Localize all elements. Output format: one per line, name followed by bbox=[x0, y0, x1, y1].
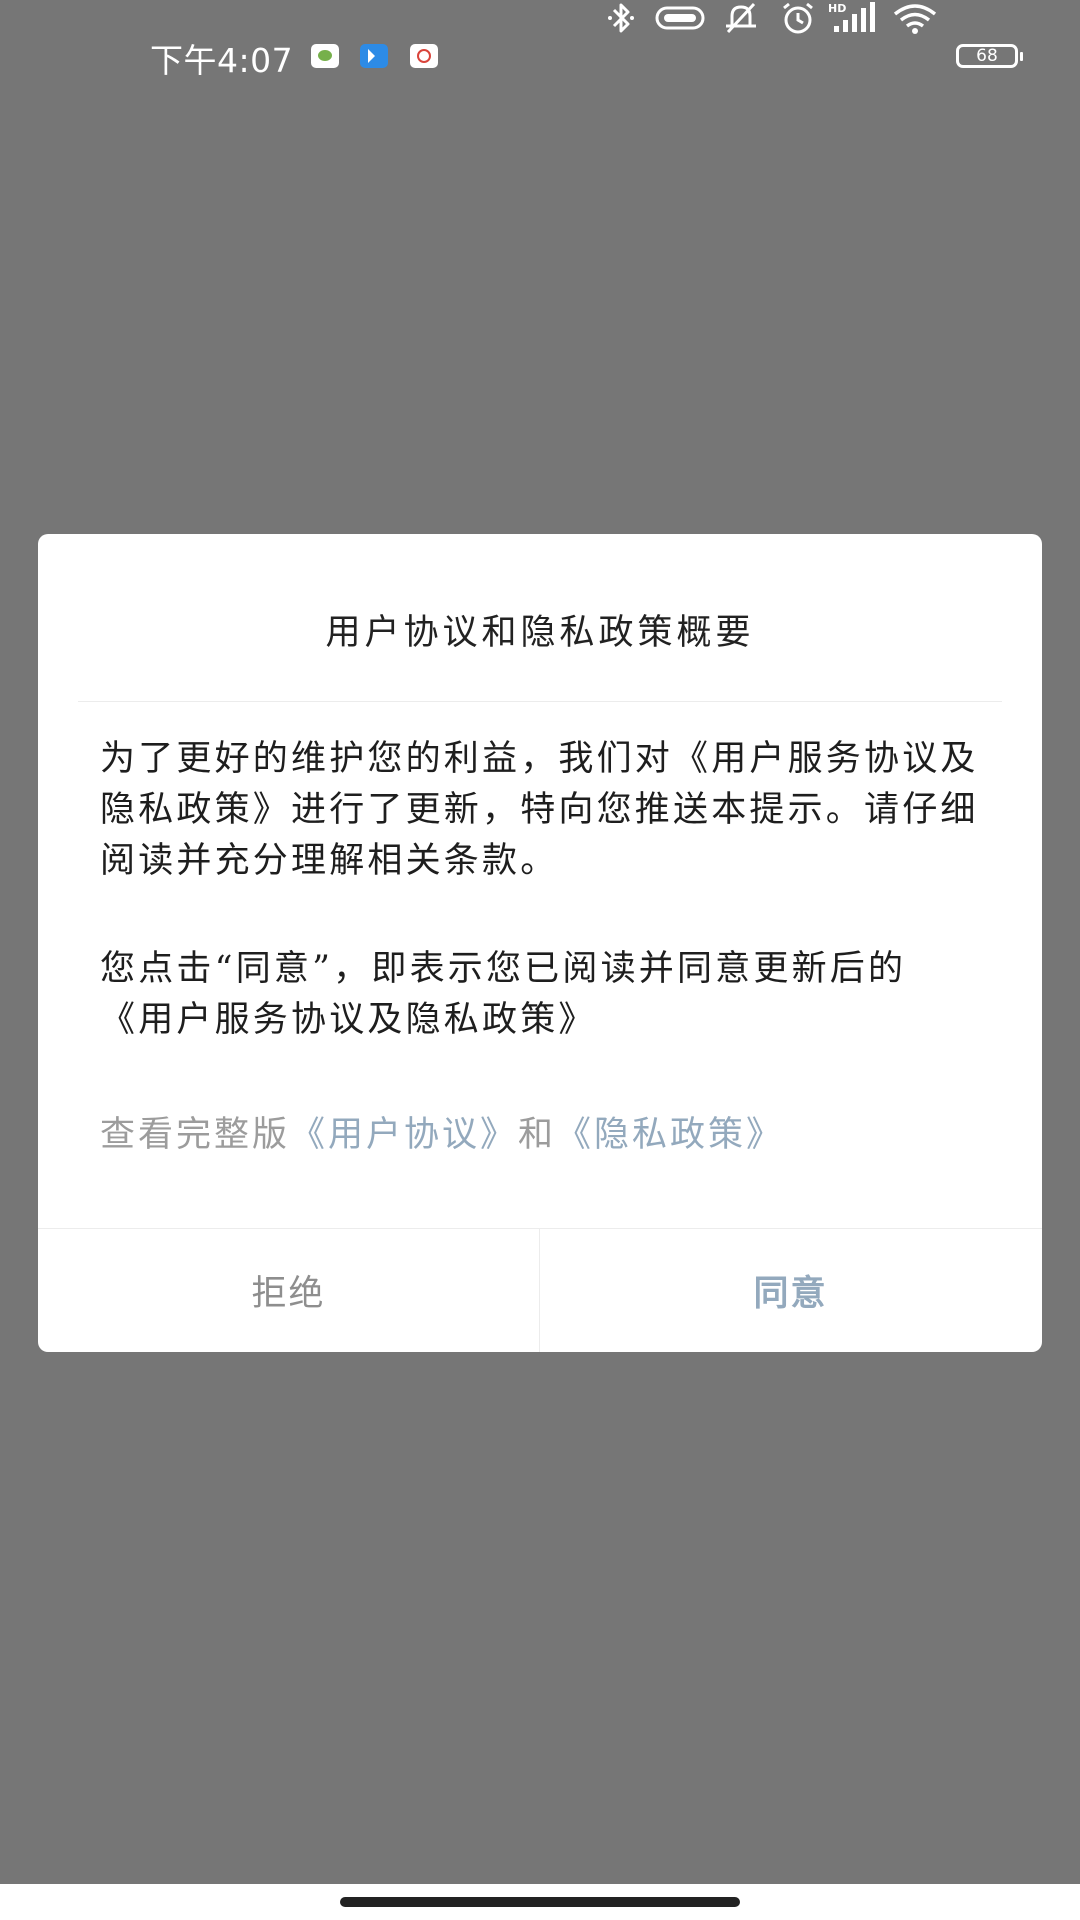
title-divider bbox=[78, 701, 1002, 702]
signal-icon: HD bbox=[828, 0, 880, 36]
links-connector: 和 bbox=[518, 1115, 557, 1155]
agreement-dialog: 用户协议和隐私政策概要 为了更好的维护您的利益，我们对《用户服务协议及隐私政策》… bbox=[38, 534, 1042, 1352]
user-agreement-link[interactable]: 《用户协议》 bbox=[290, 1115, 518, 1155]
alarm-icon bbox=[778, 0, 818, 36]
bluetooth-icon bbox=[606, 0, 636, 36]
reject-button[interactable]: 拒绝 bbox=[38, 1229, 539, 1352]
home-indicator[interactable] bbox=[340, 1897, 740, 1907]
wifi-icon bbox=[892, 0, 938, 36]
battery-level: 68 bbox=[976, 46, 998, 66]
full-version-links: 查看完整版《用户协议》和《隐私政策》 bbox=[100, 1110, 985, 1161]
message-notification-icon bbox=[311, 44, 339, 68]
agree-button[interactable]: 同意 bbox=[540, 1229, 1041, 1352]
vibrate-icon bbox=[654, 0, 706, 36]
links-prefix: 查看完整版 bbox=[100, 1115, 291, 1155]
privacy-policy-link[interactable]: 《隐私政策》 bbox=[556, 1115, 784, 1155]
status-bar: 下午4:07 HD 68 bbox=[0, 0, 1080, 110]
app-notification-icon bbox=[360, 44, 388, 68]
netease-notification-icon bbox=[410, 44, 438, 68]
status-time: 下午4:07 bbox=[150, 41, 294, 80]
dialog-title: 用户协议和隐私政策概要 bbox=[325, 613, 755, 653]
consent-paragraph: 您点击“同意”，即表示您已阅读并同意更新后的 《用户服务协议及隐私政策》 bbox=[100, 949, 907, 1040]
svg-text:HD: HD bbox=[828, 2, 846, 15]
battery-icon: 68 bbox=[956, 44, 1023, 68]
mute-icon bbox=[720, 0, 762, 36]
notice-paragraph: 为了更好的维护您的利益，我们对《用户服务协议及隐私政策》进行了更新，特向您推送本… bbox=[100, 739, 979, 881]
